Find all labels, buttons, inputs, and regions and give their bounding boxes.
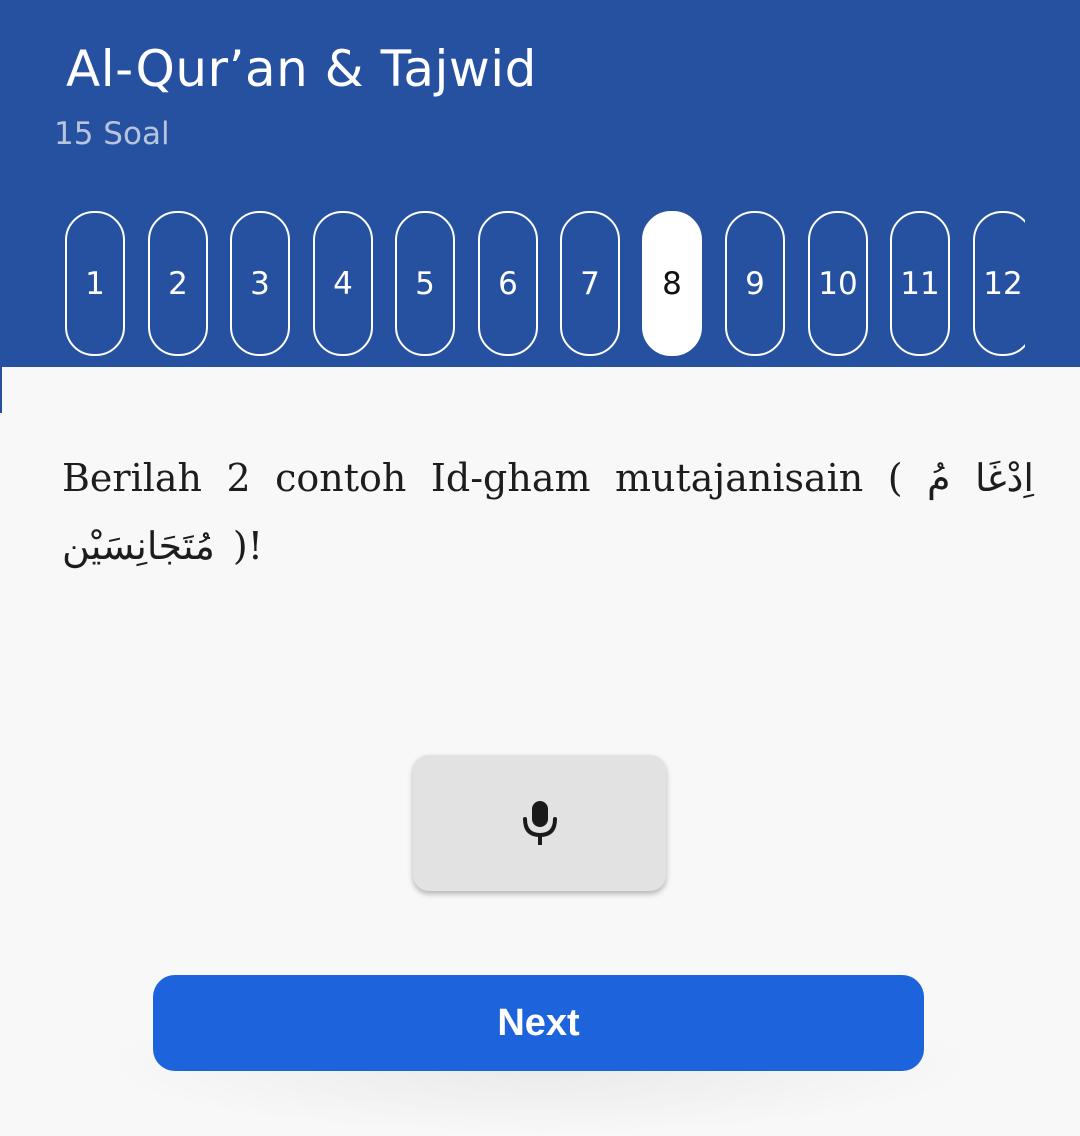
question-text: Berilah 2 contoh Id-gham mutajanisain ( … bbox=[62, 456, 1034, 568]
page-title: Al-Qur’an & Tajwid bbox=[66, 40, 537, 98]
record-answer-button[interactable] bbox=[413, 755, 666, 891]
question-nav-item-12[interactable]: 12 bbox=[973, 211, 1025, 356]
question-nav-item-9[interactable]: 9 bbox=[725, 211, 785, 356]
header: Al-Qur’an & Tajwid 15 Soal 1 2 3 4 5 6 7… bbox=[0, 0, 1080, 367]
next-button[interactable]: Next bbox=[153, 975, 924, 1071]
question-nav-item-2[interactable]: 2 bbox=[148, 211, 208, 356]
question-nav-item-8[interactable]: 8 bbox=[642, 211, 702, 356]
microphone-icon bbox=[522, 801, 557, 845]
question-nav-item-11[interactable]: 11 bbox=[890, 211, 950, 356]
question-nav-item-10[interactable]: 10 bbox=[808, 211, 868, 356]
question-nav-item-7[interactable]: 7 bbox=[560, 211, 620, 356]
question-nav: 1 2 3 4 5 6 7 8 9 10 11 12 bbox=[65, 211, 1025, 356]
question-nav-item-6[interactable]: 6 bbox=[478, 211, 538, 356]
question-nav-item-3[interactable]: 3 bbox=[230, 211, 290, 356]
header-edge bbox=[0, 367, 2, 413]
question-nav-item-1[interactable]: 1 bbox=[65, 211, 125, 356]
question-count: 15 Soal bbox=[54, 116, 170, 152]
question-nav-item-4[interactable]: 4 bbox=[313, 211, 373, 356]
question-nav-item-5[interactable]: 5 bbox=[395, 211, 455, 356]
